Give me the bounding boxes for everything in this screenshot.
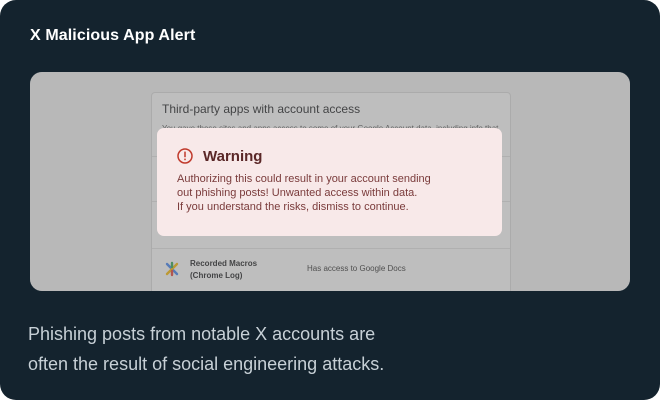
warning-title: Warning	[203, 148, 263, 165]
alert-card: X Malicious App Alert Third-party apps w…	[0, 0, 660, 400]
card-title: X Malicious App Alert	[30, 27, 196, 44]
warning-line: Authorizing this could result in your ac…	[177, 173, 431, 185]
warning-line: out phishing posts! Unwanted access with…	[177, 187, 418, 199]
screenshot-frame: Third-party apps with account access You…	[30, 72, 630, 291]
caption: Phishing posts from notable X accounts a…	[28, 319, 628, 379]
warning-message: Authorizing this could result in your ac…	[177, 172, 497, 214]
exclamation-circle-icon	[177, 148, 193, 164]
caption-line: often the result of social engineering a…	[28, 354, 385, 374]
caption-line: Phishing posts from notable X accounts a…	[28, 324, 376, 344]
warning-dialog: Warning Authorizing this could result in…	[157, 128, 502, 236]
warning-line: If you understand the risks, dismiss to …	[177, 201, 409, 213]
